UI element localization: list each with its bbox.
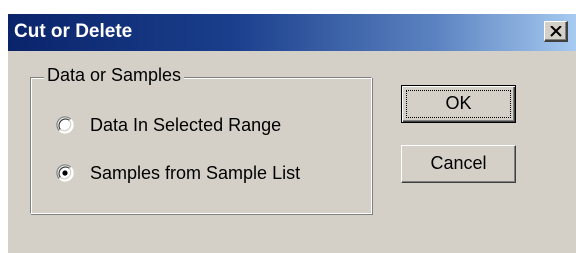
- radio-dot-icon: [62, 170, 68, 176]
- radio-samples-from-sample-list[interactable]: Samples from Sample List: [56, 160, 300, 186]
- radio-button-unselected[interactable]: [56, 116, 74, 134]
- group-label: Data or Samples: [44, 63, 185, 87]
- radio-label-data-in-selected-range: Data In Selected Range: [90, 115, 282, 135]
- radio-data-in-selected-range[interactable]: Data In Selected Range: [56, 112, 281, 138]
- radio-button-selected[interactable]: [56, 164, 74, 182]
- title-bar: Cut or Delete: [8, 14, 576, 51]
- dialog-title: Cut or Delete: [14, 21, 133, 42]
- ok-button-label: OK: [445, 93, 472, 113]
- cancel-button[interactable]: Cancel: [401, 145, 516, 183]
- close-x-icon: [550, 26, 562, 37]
- close-button[interactable]: [544, 21, 568, 42]
- data-or-samples-groupbox: [30, 77, 372, 214]
- ok-button[interactable]: OK: [401, 85, 516, 123]
- radio-label-samples-from-sample-list: Samples from Sample List: [90, 163, 301, 183]
